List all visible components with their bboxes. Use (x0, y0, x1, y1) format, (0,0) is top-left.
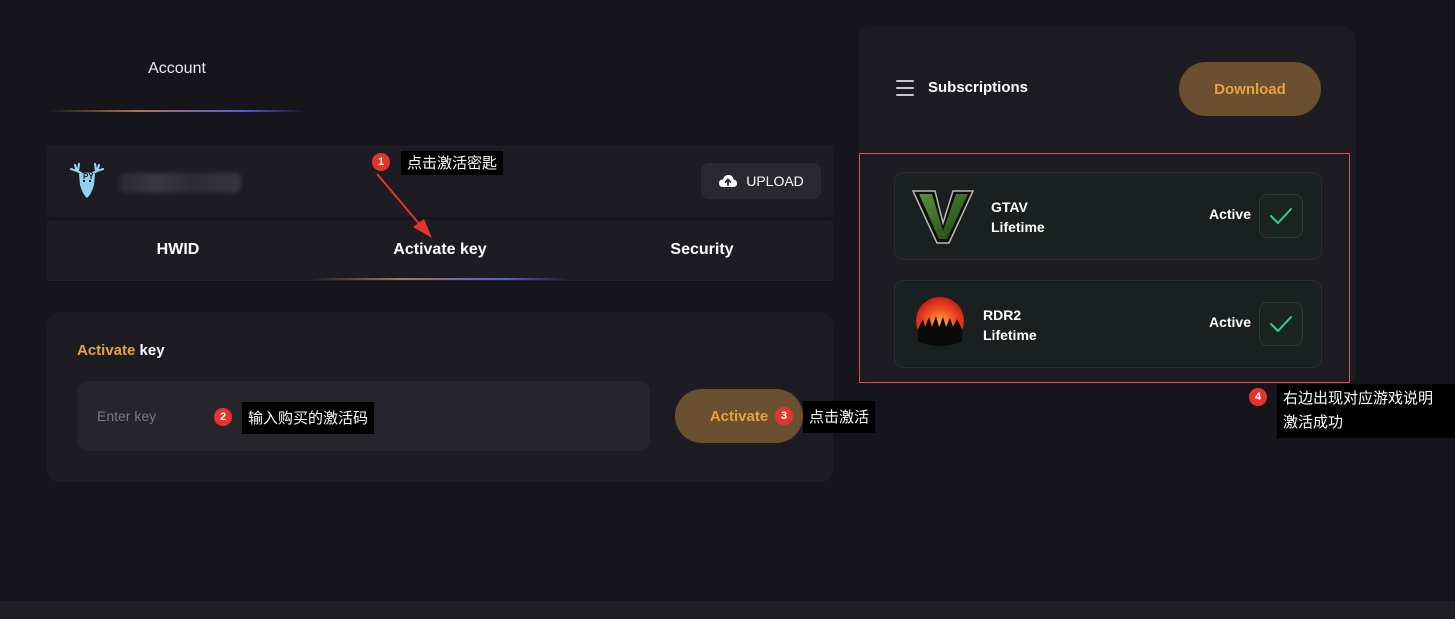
game-title: RDR2 (983, 307, 1022, 323)
upload-button[interactable]: UPLOAD (701, 163, 821, 199)
menu-icon[interactable] (896, 80, 914, 96)
game-plan: Lifetime (991, 219, 1045, 235)
active-tab-underline (309, 278, 571, 280)
subscription-item-gtav[interactable]: GTAV Lifetime Active (894, 172, 1322, 260)
page: Account PY UPLOAD HWID Activate key Secu… (0, 0, 1455, 619)
gta-v-logo-icon (911, 190, 975, 244)
activate-card-title: Activate key (77, 342, 165, 359)
download-button[interactable]: Download (1179, 62, 1321, 116)
tab-security[interactable]: Security (571, 220, 833, 280)
annotation-note: 右边出现对应游戏说明 激活成功 (1277, 384, 1455, 438)
game-info: GTAV Lifetime (991, 197, 1045, 237)
username-redacted (119, 173, 241, 193)
tab-activate-key-label: Activate key (393, 241, 487, 258)
svg-text:PY: PY (83, 172, 94, 181)
game-info: RDR2 Lifetime (983, 305, 1037, 345)
game-plan: Lifetime (983, 327, 1037, 343)
status-label: Active (1208, 314, 1251, 330)
subscription-item-rdr2[interactable]: RDR2 Lifetime Active (894, 280, 1322, 368)
activate-title-highlight: Activate (77, 342, 136, 359)
bottom-strip (0, 601, 1455, 619)
sub-tabs: HWID Activate key Security (47, 220, 833, 281)
account-tab-label: Account (148, 60, 206, 77)
active-check (1259, 302, 1303, 346)
upload-label: UPLOAD (746, 173, 804, 189)
active-check (1259, 194, 1303, 238)
annotation-note: 点击激活 (803, 401, 876, 433)
annotation-note-line: 激活成功 (1283, 413, 1344, 431)
subscriptions-title: Subscriptions (928, 79, 1029, 96)
check-icon (1270, 316, 1292, 332)
rdr2-logo-icon (915, 297, 965, 353)
account-tab[interactable]: Account (47, 56, 307, 114)
game-title: GTAV (991, 199, 1028, 215)
check-icon (1270, 208, 1292, 224)
annotation-number: 4 (1249, 388, 1267, 406)
cloud-upload-icon (719, 175, 738, 187)
status-label: Active (1208, 206, 1251, 222)
annotation-number: 2 (214, 408, 232, 426)
account-tab-underline (47, 110, 307, 112)
activate-title-rest: key (135, 342, 165, 359)
activate-key-card: Activate key Activate (47, 312, 833, 482)
tab-security-label: Security (670, 241, 734, 258)
annotation-note: 输入购买的激活码 (242, 402, 375, 434)
annotation-number: 1 (372, 153, 390, 171)
annotation-note: 点击激活密匙 (401, 151, 504, 175)
tab-activate-key[interactable]: Activate key (309, 220, 571, 280)
subscriptions-panel: Subscriptions Download GTAV Lifetime Act… (858, 27, 1356, 384)
annotation-note-line: 右边出现对应游戏说明 (1283, 389, 1434, 407)
tab-hwid[interactable]: HWID (47, 220, 309, 280)
annotation-number: 3 (775, 407, 793, 425)
deer-avatar-icon: PY (69, 162, 105, 198)
tab-hwid-label: HWID (156, 241, 200, 258)
